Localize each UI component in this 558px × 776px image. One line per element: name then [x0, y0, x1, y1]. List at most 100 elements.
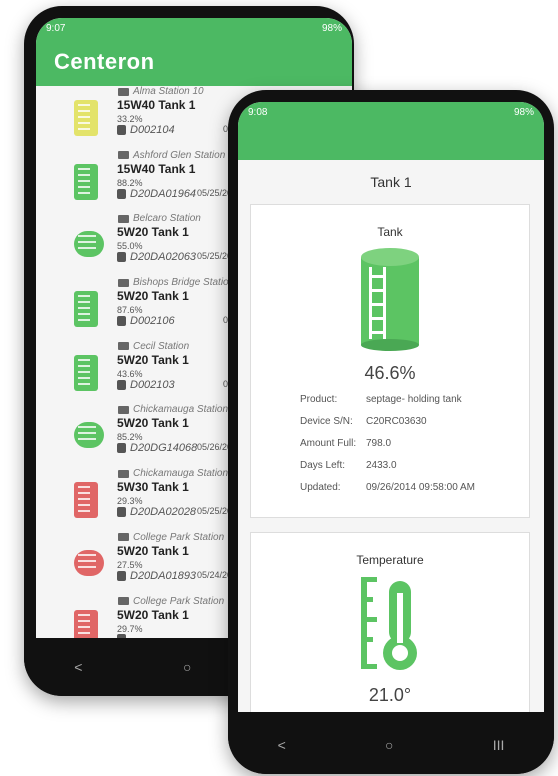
device-id: D002106 [117, 315, 175, 327]
tank-icon [74, 422, 104, 449]
tank-name: 5W20 Tank 1 [117, 352, 189, 367]
device-icon [117, 379, 126, 390]
tank-percent: 88.2% [117, 177, 143, 188]
tank-icon [74, 163, 98, 200]
front-phone: 9:08 98% Tank 1 Tank 46.6% Product: sept… [228, 90, 554, 774]
device-icon [117, 507, 126, 518]
tank-name: 5W20 Tank 1 [117, 416, 189, 431]
nav-recent-button[interactable]: III [493, 737, 505, 753]
station-name: Belcaro Station [118, 213, 201, 224]
detail-row: Days Left: 2433.0 [251, 460, 529, 471]
device-icon [117, 443, 126, 454]
detail-row: Updated: 09/26/2014 09:58:00 AM [251, 482, 529, 493]
nav-home-button[interactable]: ○ [385, 737, 393, 753]
folder-icon [118, 87, 129, 96]
tank-name: 15W40 Tank 1 [117, 98, 196, 112]
front-phone-screen: 9:08 98% Tank 1 Tank 46.6% Product: sept… [238, 102, 544, 712]
station-name: College Park Station [118, 532, 224, 543]
temperature-value: 21.0° [368, 685, 412, 705]
app-header: Centeron [36, 38, 352, 86]
device-icon [117, 188, 126, 199]
tank-icon [74, 354, 98, 391]
tank-icon [74, 549, 104, 576]
folder-icon [118, 151, 129, 160]
station-name: College Park Station [118, 596, 224, 607]
device-id: D20DA02028 [117, 506, 196, 518]
device-id: D20DA01964 [117, 188, 196, 200]
folder-icon [118, 405, 129, 414]
device-id: D20DA01893 [117, 570, 196, 582]
tank-percent: 29.7% [117, 623, 143, 634]
detail-row: Device S/N: C20RC03630 [251, 416, 529, 427]
tank-name: 5W20 Tank 1 [117, 289, 189, 304]
station-name: Ashford Glen Station [118, 150, 225, 161]
folder-icon [118, 214, 129, 223]
tank-percent: 27.5% [117, 559, 143, 570]
page-title: Tank 1 [370, 174, 412, 190]
detail-key: Updated: [300, 482, 341, 493]
tank-percent: 29.3% [117, 496, 143, 507]
device-id: D20DG14068 [117, 442, 197, 454]
device-icon [117, 316, 126, 327]
temperature-card-title: Temperature [356, 553, 424, 567]
station-name: Bishops Bridge Station [118, 277, 234, 288]
tank-icon [74, 482, 98, 519]
detail-key: Days Left: [300, 460, 346, 471]
station-name: Cecil Station [118, 341, 189, 352]
device-id: D002104 [117, 124, 175, 136]
front-nav-bar: < ○ III [228, 716, 554, 774]
folder-icon [118, 342, 129, 351]
folder-icon [118, 469, 129, 478]
status-battery: 98% [321, 22, 342, 34]
tank-icon [74, 231, 104, 258]
nav-back-button[interactable]: < [74, 659, 82, 675]
tank-card-title: Tank [377, 225, 403, 239]
detail-value: C20RC03630 [366, 416, 427, 427]
tank-card: Tank 46.6% Product: septage- holding tan… [250, 204, 530, 518]
status-bar: 9:08 98% [238, 102, 544, 122]
status-battery: 98% [513, 106, 534, 118]
status-time: 9:08 [248, 106, 268, 118]
brand-logo: Centeron [54, 49, 155, 74]
tank-icon [361, 248, 419, 351]
tank-percent: 33.2% [117, 114, 143, 124]
device-id: D20DA02063 [117, 251, 196, 263]
thermometer-icon [361, 577, 417, 670]
tank-percent: 55.0% [117, 241, 143, 252]
tank-name: 5W20 Tank 1 [117, 543, 189, 558]
device-icon [117, 252, 126, 263]
device-icon [117, 125, 126, 135]
folder-icon [118, 533, 129, 542]
tank-name: 5W20 Tank 1 [117, 225, 189, 240]
device-icon [117, 570, 126, 581]
detail-key: Device S/N: [300, 416, 353, 427]
status-time: 9:07 [46, 22, 66, 34]
detail-value: septage- holding tank [366, 394, 462, 405]
folder-icon [118, 278, 129, 287]
detail-row: Amount Full: 798.0 [251, 438, 529, 449]
tank-icon [74, 291, 98, 328]
tank-level-value: 46.6% [364, 363, 416, 383]
detail-key: Amount Full: [300, 438, 357, 449]
tank-name: 15W40 Tank 1 [117, 161, 196, 176]
tank-percent: 43.6% [117, 368, 143, 379]
tank-icon [74, 100, 98, 136]
nav-home-button[interactable]: ○ [183, 659, 191, 675]
detail-value: 798.0 [366, 438, 392, 449]
tank-percent: 85.2% [117, 432, 143, 443]
device-id: D002103 [117, 379, 175, 391]
detail-row: Product: septage- holding tank [251, 394, 529, 405]
station-name: Alma Station 10 [118, 86, 204, 97]
detail-value: 09/26/2014 09:58:00 AM [366, 482, 475, 493]
tank-details: Product: septage- holding tank Device S/N… [251, 394, 529, 493]
detail-key: Product: [300, 394, 338, 405]
station-name: Chickamauga Station [118, 404, 228, 415]
status-bar: 9:07 98% [36, 18, 352, 38]
tank-name: 5W30 Tank 1 [117, 480, 189, 495]
temperature-card: Temperature 21.0° [250, 532, 530, 712]
nav-back-button[interactable]: < [278, 737, 286, 753]
tank-percent: 87.6% [117, 305, 143, 316]
folder-icon [118, 597, 129, 605]
front-header: 9:08 98% [238, 102, 544, 160]
tank-name: 5W20 Tank 1 [117, 607, 189, 622]
